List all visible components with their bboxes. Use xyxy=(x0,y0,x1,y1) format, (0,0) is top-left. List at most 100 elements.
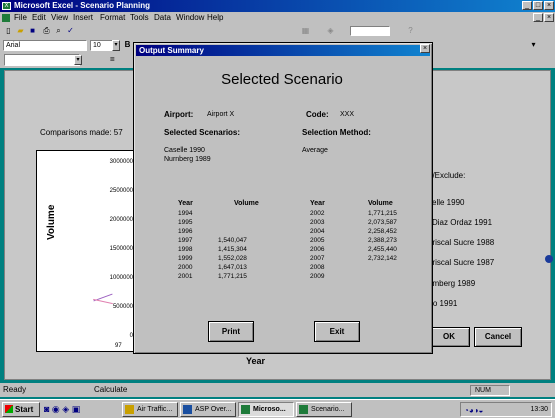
menu-help[interactable]: Help xyxy=(207,12,223,24)
task-air-traffic[interactable]: Air Traffic... xyxy=(122,402,178,417)
clock: 13:30 xyxy=(530,406,548,413)
excel-app-icon[interactable]: X xyxy=(2,2,11,10)
taskbar: Start ◙ ◉ ◈ ▣ Air Traffic... ASP Over...… xyxy=(0,399,555,418)
save-icon[interactable]: ■ xyxy=(27,25,38,36)
workbook-minimize-button[interactable]: _ xyxy=(533,13,543,22)
table-header-volume: Volume xyxy=(368,200,393,207)
comparisons-label: Comparisons made: 57 xyxy=(40,128,123,137)
windows-logo-icon xyxy=(5,405,13,413)
menu-view[interactable]: View xyxy=(51,12,68,24)
table-row: 2001 1,771,215 xyxy=(178,273,247,280)
airport-value: Airport X xyxy=(207,111,235,118)
ok-button[interactable]: OK xyxy=(428,327,470,347)
help-icon[interactable]: ? xyxy=(405,25,416,36)
menu-format[interactable]: Format xyxy=(100,12,125,24)
selection-method-value: Average xyxy=(302,147,328,154)
close-button[interactable]: × xyxy=(544,1,554,10)
equals-icon[interactable]: = xyxy=(110,55,115,64)
code-value: XXX xyxy=(340,111,355,118)
y-tick-label: 1500000 xyxy=(109,246,133,252)
table-row: 1998 1,415,304 xyxy=(178,246,247,253)
dialog-close-button[interactable]: × xyxy=(420,44,430,53)
table-row: 2007 2,732,142 xyxy=(310,255,397,262)
menu-insert[interactable]: Insert xyxy=(73,12,93,24)
scenario-name: Nurnberg 1989 xyxy=(164,156,211,163)
selection-method-label: Selection Method: xyxy=(302,128,371,137)
name-box-dropdown-icon[interactable]: ▾ xyxy=(74,55,82,65)
scenario-list-item[interactable]: umberg 1989 xyxy=(428,279,475,288)
y-tick-label: 2000000 xyxy=(109,217,133,223)
table-row: 1997 1,540,047 xyxy=(178,237,247,244)
scenario-list-item[interactable]: ariscal Sucre 1987 xyxy=(428,258,494,267)
bold-icon[interactable]: B xyxy=(122,39,133,50)
dialog-title-bar[interactable]: Output Summary xyxy=(136,45,430,56)
font-name-select[interactable]: Arial xyxy=(3,40,87,51)
status-calculate: Calculate xyxy=(94,385,128,394)
standard-toolbar: ▯ ▰ ■ ⎙ ⌕ ✓ ▦ ◈ ? xyxy=(0,24,555,38)
window-title-bar[interactable]: Microsoft Excel - Scenario Planning xyxy=(0,0,555,12)
maximize-button[interactable]: □ xyxy=(533,1,543,10)
y-axis-label: Volume xyxy=(46,204,57,240)
workbook-close-button[interactable]: × xyxy=(544,13,554,22)
table-row: 2002 1,771,215 xyxy=(310,210,397,217)
menu-file[interactable]: File xyxy=(14,12,27,24)
table-row: 2000 1,647,013 xyxy=(178,264,247,271)
minimize-button[interactable]: _ xyxy=(522,1,532,10)
table-header-year: Year xyxy=(310,200,325,207)
workbook-icon[interactable] xyxy=(2,14,10,22)
print-button[interactable]: Print xyxy=(208,321,254,342)
task-asp-overview[interactable]: ASP Over... xyxy=(180,402,236,417)
table-row: 2004 2,258,452 xyxy=(310,228,397,235)
selected-scenarios-label: Selected Scenarios: xyxy=(164,128,241,137)
x-tick-label: 97 xyxy=(115,343,122,349)
scenario-name: Caselle 1990 xyxy=(164,147,205,154)
start-button[interactable]: Start xyxy=(2,402,40,417)
exit-button[interactable]: Exit xyxy=(314,321,360,342)
font-size-dropdown-icon[interactable]: ▾ xyxy=(112,40,120,51)
table-row: 2006 2,455,440 xyxy=(310,246,397,253)
task-microsoft-excel[interactable]: Microso... xyxy=(238,402,294,417)
scenario-list-item[interactable]: Diaz Ordaz 1991 xyxy=(432,218,492,227)
y-tick-label: 500000 xyxy=(112,304,133,310)
airport-label: Airport: xyxy=(164,110,194,119)
num-lock-indicator: NUM xyxy=(470,385,510,396)
y-tick-label: 3000000 xyxy=(109,159,133,165)
new-icon[interactable]: ▯ xyxy=(3,25,14,36)
scenario-list-item[interactable]: ariscal Sucre 1988 xyxy=(428,238,494,247)
table-row: 1996 xyxy=(178,228,193,235)
scenario-list-item[interactable]: selle 1990 xyxy=(428,198,464,207)
y-tick-label: 0 xyxy=(129,333,133,339)
volume-chart: 3000000 2500000 2000000 1500000 1000000 … xyxy=(36,150,136,352)
map-icon[interactable]: ◈ xyxy=(325,25,336,36)
tray-icons[interactable]: ◔◕◑◒ xyxy=(464,404,483,417)
menu-data[interactable]: Data xyxy=(154,12,171,24)
print-icon[interactable]: ⎙ xyxy=(41,25,52,36)
table-header-year: Year xyxy=(178,200,193,207)
table-row: 2008 xyxy=(310,264,325,271)
table-row: 1994 xyxy=(178,210,193,217)
excel-icon xyxy=(241,405,250,414)
system-tray: ◔◕◑◒ 13:30 xyxy=(460,402,552,417)
open-icon[interactable]: ▰ xyxy=(15,25,26,36)
name-box[interactable] xyxy=(4,54,80,66)
spelling-icon[interactable]: ✓ xyxy=(65,25,76,36)
y-tick-label: 2500000 xyxy=(109,188,133,194)
menu-tools[interactable]: Tools xyxy=(130,12,149,24)
chart-wizard-icon[interactable]: ▦ xyxy=(300,25,311,36)
table-row: 2009 xyxy=(310,273,325,280)
print-preview-icon[interactable]: ⌕ xyxy=(53,25,64,36)
toolbar-more-icon[interactable]: ▾ xyxy=(528,39,539,50)
menu-edit[interactable]: Edit xyxy=(32,12,46,24)
table-right-column: 2002 1,771,215 2003 2,073,587 2004 2,258,45… xyxy=(310,209,410,281)
table-row: 1999 1,552,028 xyxy=(178,255,247,262)
dialog-heading: Selected Scenario xyxy=(221,71,343,88)
font-size-select[interactable]: 10 xyxy=(90,40,114,51)
x-axis-label: Year xyxy=(246,356,266,366)
dialog-title: Output Summary xyxy=(139,46,204,55)
quick-launch-icons[interactable]: ◙ ◉ ◈ ▣ xyxy=(44,404,80,415)
radio-indicator-icon[interactable] xyxy=(545,255,553,263)
menu-window[interactable]: Window xyxy=(176,12,204,24)
task-scenario[interactable]: Scenario... xyxy=(296,402,352,417)
zoom-select[interactable] xyxy=(350,26,390,36)
cancel-button[interactable]: Cancel xyxy=(474,327,522,347)
